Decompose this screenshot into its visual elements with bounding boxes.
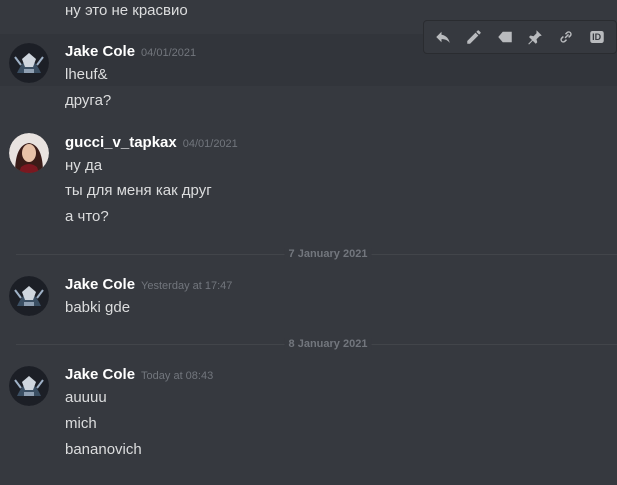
avatar[interactable] — [9, 43, 49, 83]
date-divider-label: 7 January 2021 — [284, 248, 372, 260]
avatar[interactable] — [9, 366, 49, 406]
author-name[interactable]: gucci_v_tapkax — [65, 134, 177, 151]
timestamp: 04/01/2021 — [182, 138, 238, 150]
message-text: bananovich — [65, 441, 142, 458]
tag-icon[interactable] — [493, 25, 517, 49]
message-text: babki gde — [65, 299, 131, 316]
author-name[interactable]: Jake Cole — [65, 366, 135, 383]
timestamp: Yesterday at 17:47 — [141, 280, 233, 292]
link-icon[interactable] — [554, 25, 578, 49]
date-divider-label: 8 January 2021 — [284, 338, 372, 350]
message-header: Jake Cole 04/01/2021 — [65, 43, 196, 61]
message-text: lheuf& — [65, 66, 108, 83]
message-header: Jake Cole Yesterday at 17:47 — [65, 276, 232, 294]
message-text: а что? — [65, 208, 109, 225]
message-header: gucci_v_tapkax 04/01/2021 — [65, 134, 238, 152]
message-text: ну это не красвио — [65, 2, 188, 19]
message-text: ну да — [65, 157, 103, 174]
avatar[interactable] — [9, 133, 49, 173]
avatar[interactable] — [9, 276, 49, 316]
edit-icon[interactable] — [462, 25, 486, 49]
id-icon[interactable]: ID — [585, 25, 609, 49]
id-label: ID — [592, 32, 602, 42]
message-text: друга? — [65, 92, 112, 109]
timestamp: 04/01/2021 — [141, 47, 197, 59]
message-header: Jake Cole Today at 08:43 — [65, 366, 213, 384]
author-name[interactable]: Jake Cole — [65, 276, 135, 293]
timestamp: Today at 08:43 — [141, 370, 214, 382]
message-text: ты для меня как друг — [65, 182, 212, 199]
message-actions-toolbar: ID — [423, 20, 617, 54]
message-text: mich — [65, 415, 97, 432]
author-name[interactable]: Jake Cole — [65, 43, 135, 60]
reply-icon[interactable] — [431, 25, 455, 49]
message-text: auuuu — [65, 389, 107, 406]
pin-icon[interactable] — [523, 25, 547, 49]
